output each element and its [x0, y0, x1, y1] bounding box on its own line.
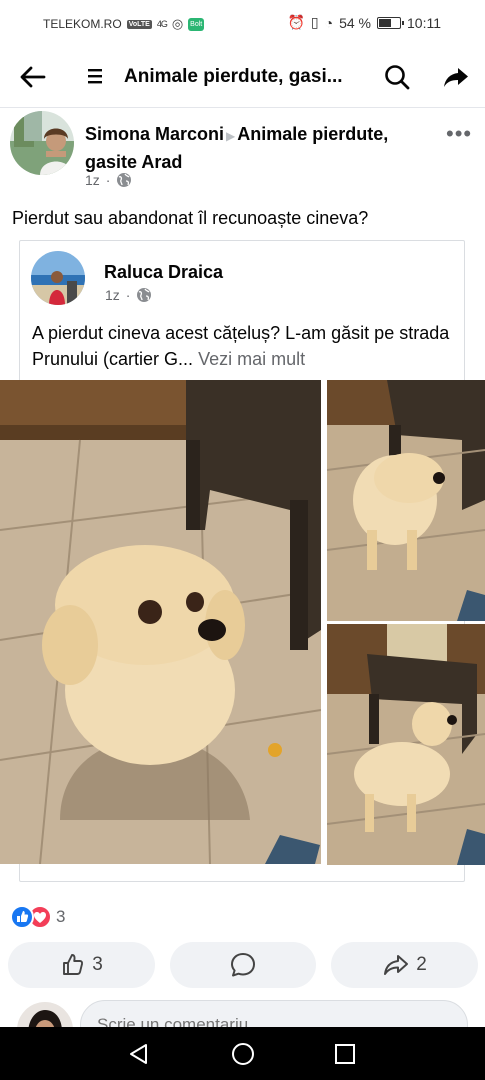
shared-post-meta: 1z ·: [105, 287, 152, 303]
speed-icon: ◔: [324, 14, 334, 31]
comment-icon: [231, 953, 255, 977]
globe-icon: [137, 288, 152, 302]
like-reaction-icon: [10, 905, 34, 929]
post-text: Pierdut sau abandonat îl recunoaște cine…: [12, 208, 369, 228]
like-count: 3: [92, 954, 103, 975]
post-author-line: Simona Marconi ▶ Animale pierdute, gasite …: [85, 121, 425, 175]
comment-button[interactable]: [170, 942, 316, 988]
shared-author-avatar[interactable]: [31, 251, 85, 305]
bolt-icon: Bolt: [188, 17, 205, 31]
alarm-icon: ⏰: [287, 14, 305, 30]
network-type: 4G: [156, 19, 168, 29]
dog-photo-3[interactable]: [327, 624, 485, 865]
clock: 10:11: [407, 14, 441, 31]
author-avatar[interactable]: [10, 111, 74, 175]
arrow-right-icon: ▶: [226, 129, 236, 143]
whatsapp-icon: ◎: [171, 16, 184, 31]
dog-photo-2[interactable]: [327, 380, 485, 621]
arrow-left-icon[interactable]: [18, 62, 48, 92]
like-button[interactable]: 3: [8, 942, 155, 988]
post-time[interactable]: 1z: [85, 172, 100, 188]
status-left: TELEKOM.RO VoLTE 4G ◎ Bolt: [43, 16, 205, 32]
thumbs-up-icon: [63, 954, 84, 975]
dog-photo-main[interactable]: [0, 380, 321, 864]
app-bar: Animale pierdute, gasi...: [0, 48, 485, 108]
vibrate-icon: ▯: [310, 14, 319, 30]
see-more-link[interactable]: Vezi mai mult: [198, 349, 305, 369]
separator-dot: ·: [105, 172, 111, 188]
battery-percent: 54 %: [339, 14, 371, 31]
globe-icon: [117, 173, 132, 187]
share-icon[interactable]: [441, 62, 471, 92]
share-count: 2: [416, 954, 427, 975]
reaction-count: 3: [56, 907, 66, 926]
search-icon[interactable]: [382, 62, 412, 92]
square-recents-icon[interactable]: [331, 1040, 359, 1068]
volte-badge: VoLTE: [126, 19, 152, 29]
page-title: Animale pierdute, gasi...: [124, 66, 343, 87]
battery-icon: [377, 16, 404, 29]
system-nav-bar: [0, 1027, 485, 1080]
shared-author-name[interactable]: Raluca Draica: [104, 262, 223, 283]
triangle-back-icon[interactable]: [125, 1040, 153, 1068]
reaction-summary[interactable]: 3: [10, 905, 65, 929]
shared-post-text: A pierdut cineva acest cățeluș? L-am găs…: [32, 320, 462, 372]
post-meta: 1z ·: [85, 172, 132, 188]
list-icon[interactable]: [88, 68, 102, 84]
status-right: ⏰ ▯ ◔ 54 % 10:11: [287, 14, 441, 31]
circle-home-icon[interactable]: [229, 1040, 257, 1068]
more-options-button[interactable]: •••: [446, 123, 476, 145]
share-button[interactable]: 2: [331, 942, 478, 988]
status-bar: TELEKOM.RO VoLTE 4G ◎ Bolt ⏰ ▯ ◔ 54 % 10…: [0, 0, 485, 46]
shared-post-time[interactable]: 1z: [105, 287, 120, 303]
author-name[interactable]: Simona Marconi: [85, 124, 224, 144]
battery-fill: [379, 18, 391, 27]
share-arrow-icon: [384, 955, 409, 975]
carrier-name: TELEKOM.RO: [43, 17, 122, 31]
separator-dot: ·: [125, 287, 131, 303]
